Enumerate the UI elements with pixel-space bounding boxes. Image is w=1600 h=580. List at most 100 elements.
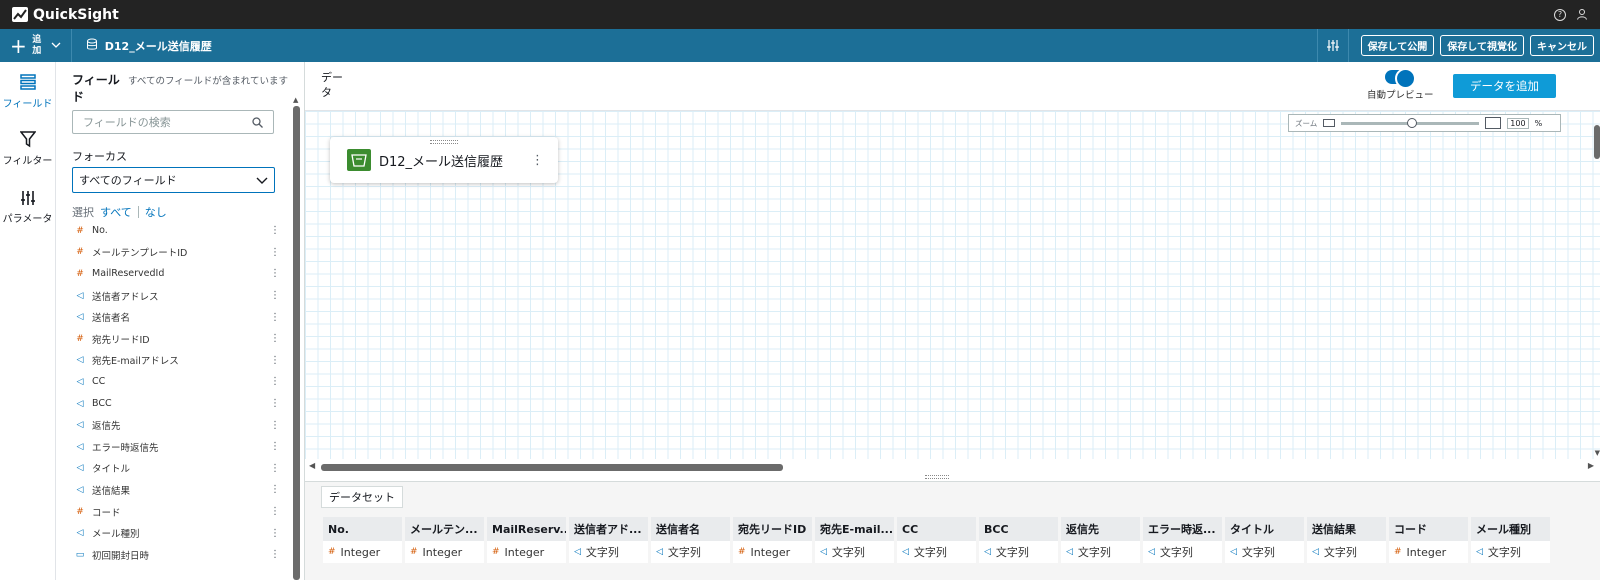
column-header[interactable]: 返信先 — [1061, 517, 1140, 541]
settings-sliders-button[interactable] — [1316, 29, 1349, 62]
nav-parameters[interactable]: パラメータ — [0, 178, 55, 236]
dataset-node[interactable]: D12_メール送信履歴 ⋮ — [330, 137, 558, 183]
field-menu-icon[interactable]: ⋮ — [270, 225, 280, 236]
field-item[interactable]: ◁ CC ⋮ — [72, 371, 280, 393]
field-item[interactable]: # 宛先リードID ⋮ — [72, 328, 280, 350]
column-type[interactable]: ◁ 文字列 — [569, 541, 648, 563]
column-header[interactable]: エラー時返... — [1143, 517, 1222, 541]
column-type[interactable]: ◁ 文字列 — [1225, 541, 1304, 563]
add-button[interactable]: + 追加 — [0, 29, 71, 62]
column-header[interactable]: メール種別 — [1471, 517, 1550, 541]
column-header[interactable]: MailReserv... — [487, 517, 566, 541]
nav-filter[interactable]: フィルター — [0, 120, 55, 178]
column-header[interactable]: CC — [897, 517, 976, 541]
column-header[interactable]: 送信結果 — [1307, 517, 1386, 541]
preview-column[interactable]: 送信結果 ◁ 文字列 — [1307, 517, 1386, 563]
preview-column[interactable]: タイトル ◁ 文字列 — [1225, 517, 1304, 563]
field-item[interactable]: ◁ 送信者アドレス ⋮ — [72, 285, 280, 307]
column-type[interactable]: # Integer — [1389, 541, 1468, 563]
zoom-slider-knob[interactable] — [1407, 117, 1418, 128]
quicksight-logo[interactable]: QuickSight — [12, 7, 119, 23]
nav-fields[interactable]: フィールド — [0, 62, 55, 120]
preview-column[interactable]: コード # Integer — [1389, 517, 1468, 563]
preview-column[interactable]: 返信先 ◁ 文字列 — [1061, 517, 1140, 563]
field-menu-icon[interactable]: ⋮ — [270, 290, 280, 301]
field-menu-icon[interactable]: ⋮ — [270, 376, 280, 387]
column-type[interactable]: ◁ 文字列 — [1307, 541, 1386, 563]
column-header[interactable]: コード — [1389, 517, 1468, 541]
add-data-button[interactable]: データを追加 — [1453, 74, 1556, 98]
column-header[interactable]: BCC — [979, 517, 1058, 541]
field-search-input[interactable]: フィールドの検索 — [72, 110, 274, 134]
field-menu-icon[interactable]: ⋮ — [270, 247, 280, 258]
field-menu-icon[interactable]: ⋮ — [270, 312, 280, 323]
column-header[interactable]: 送信者アド... — [569, 517, 648, 541]
field-menu-icon[interactable]: ⋮ — [270, 420, 280, 431]
field-menu-icon[interactable]: ⋮ — [270, 506, 280, 517]
auto-preview-toggle[interactable] — [1385, 68, 1417, 89]
field-menu-icon[interactable]: ⋮ — [270, 355, 280, 366]
tab-dataset[interactable]: データセット — [321, 486, 403, 508]
scroll-right-arrow-icon[interactable]: ▶ — [1588, 461, 1594, 470]
canvas-horizontal-scrollbar[interactable] — [321, 464, 783, 471]
column-type[interactable]: ◁ 文字列 — [815, 541, 894, 563]
select-none-link[interactable]: なし — [145, 204, 167, 220]
field-menu-icon[interactable]: ⋮ — [270, 398, 280, 409]
column-type[interactable]: ◁ 文字列 — [979, 541, 1058, 563]
preview-column[interactable]: 送信者名 ◁ 文字列 — [651, 517, 730, 563]
field-item[interactable]: ▭ 初回開封日時 ⋮ — [72, 544, 280, 566]
column-type[interactable]: ◁ 文字列 — [1143, 541, 1222, 563]
canvas-vertical-scrollbar[interactable] — [1594, 125, 1600, 159]
zoom-slider[interactable] — [1341, 117, 1480, 128]
preview-column[interactable]: 宛先E-mail... ◁ 文字列 — [815, 517, 894, 563]
field-item[interactable]: # メールテンプレートID ⋮ — [72, 242, 280, 264]
field-item[interactable]: ◁ 送信結果 ⋮ — [72, 479, 280, 501]
column-type[interactable]: # Integer — [733, 541, 812, 563]
field-menu-icon[interactable]: ⋮ — [270, 484, 280, 495]
column-header[interactable]: メールテン... — [405, 517, 484, 541]
field-menu-icon[interactable]: ⋮ — [270, 441, 280, 452]
column-type[interactable]: ◁ 文字列 — [651, 541, 730, 563]
column-type[interactable]: ◁ 文字列 — [897, 541, 976, 563]
field-item[interactable]: ◁ エラー時返信先 ⋮ — [72, 436, 280, 458]
field-item[interactable]: ◁ タイトル ⋮ — [72, 458, 280, 480]
preview-column[interactable]: No. # Integer — [323, 517, 402, 563]
preview-column[interactable]: エラー時返... ◁ 文字列 — [1143, 517, 1222, 563]
focus-select[interactable]: すべてのフィールド — [72, 167, 275, 193]
column-header[interactable]: タイトル — [1225, 517, 1304, 541]
preview-column[interactable]: BCC ◁ 文字列 — [979, 517, 1058, 563]
field-menu-icon[interactable]: ⋮ — [270, 549, 280, 560]
field-item[interactable]: # No. ⋮ — [72, 220, 280, 242]
column-type[interactable]: # Integer — [405, 541, 484, 563]
column-type[interactable]: # Integer — [487, 541, 566, 563]
column-type[interactable]: ◁ 文字列 — [1471, 541, 1550, 563]
field-menu-icon[interactable]: ⋮ — [270, 268, 280, 279]
column-header[interactable]: 宛先E-mail... — [815, 517, 894, 541]
fields-scrollbar[interactable] — [293, 106, 300, 580]
column-header[interactable]: 送信者名 — [651, 517, 730, 541]
cancel-button[interactable]: キャンセル — [1530, 35, 1594, 56]
field-menu-icon[interactable]: ⋮ — [270, 333, 280, 344]
field-menu-icon[interactable]: ⋮ — [270, 528, 280, 539]
column-header[interactable]: No. — [323, 517, 402, 541]
field-menu-icon[interactable]: ⋮ — [270, 463, 280, 474]
column-type[interactable]: # Integer — [323, 541, 402, 563]
scroll-down-arrow-icon[interactable]: ▼ — [1595, 449, 1600, 457]
field-item[interactable]: ◁ メール種別 ⋮ — [72, 522, 280, 544]
panel-resize-handle[interactable] — [925, 475, 949, 479]
dataset-name[interactable]: D12_メール送信履歴 — [72, 38, 226, 54]
field-item[interactable]: ◁ 宛先E-mailアドレス ⋮ — [72, 350, 280, 372]
join-canvas[interactable]: ズーム 100 % D12_メール送信履歴 ⋮ ▼ — [305, 110, 1600, 473]
field-item[interactable]: # コード ⋮ — [72, 501, 280, 523]
preview-column[interactable]: MailReserv... # Integer — [487, 517, 566, 563]
field-item[interactable]: # MailReservedId ⋮ — [72, 263, 280, 285]
column-type[interactable]: ◁ 文字列 — [1061, 541, 1140, 563]
help-icon[interactable]: ? — [1554, 8, 1566, 21]
zoom-fit-icon[interactable] — [1485, 117, 1502, 129]
preview-column[interactable]: メール種別 ◁ 文字列 — [1471, 517, 1550, 563]
preview-column[interactable]: 宛先リードID # Integer — [733, 517, 812, 563]
preview-column[interactable]: メールテン... # Integer — [405, 517, 484, 563]
select-all-link[interactable]: すべて — [100, 204, 132, 220]
scroll-left-arrow-icon[interactable]: ◀ — [309, 461, 315, 470]
drag-handle[interactable] — [430, 140, 458, 144]
